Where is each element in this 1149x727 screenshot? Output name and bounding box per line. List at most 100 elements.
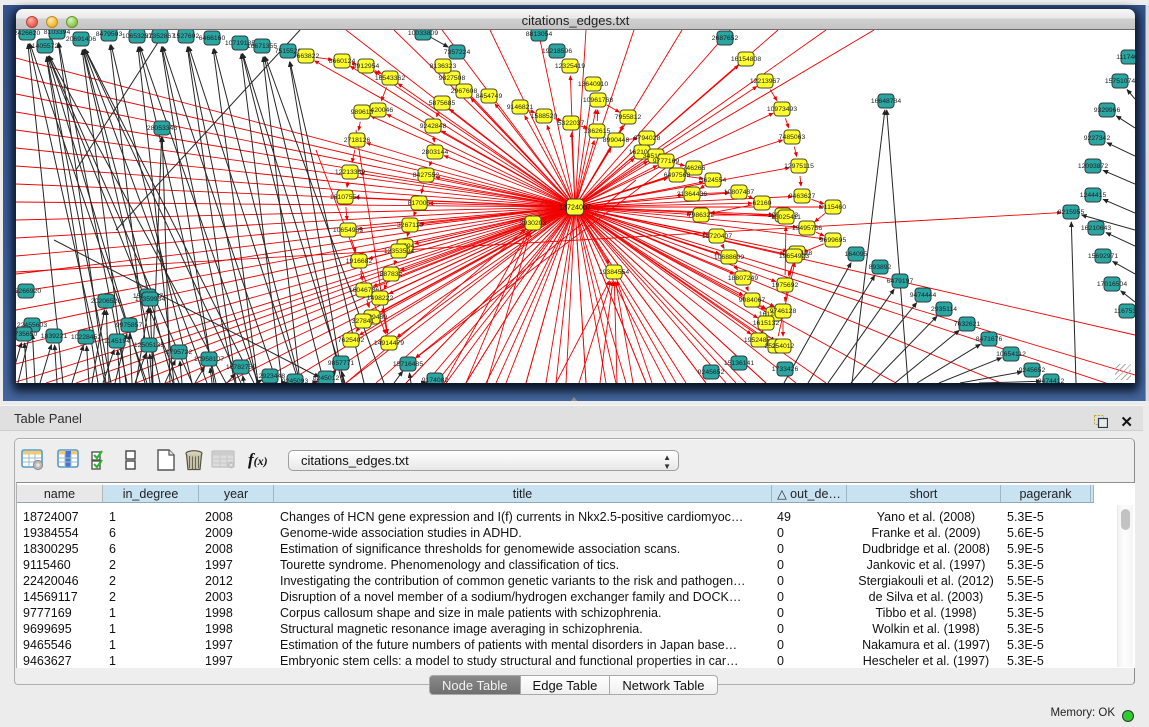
- svg-text:26266920: 26266920: [16, 288, 41, 295]
- svg-text:12353594: 12353594: [384, 248, 414, 255]
- svg-text:1145194: 1145194: [104, 338, 130, 345]
- svg-text:9084067: 9084067: [739, 297, 766, 304]
- svg-text:19218596: 19218596: [542, 48, 572, 55]
- svg-text:10688609: 10688609: [714, 254, 744, 261]
- svg-text:16671355: 16671355: [247, 43, 277, 50]
- svg-text:1615132: 1615132: [753, 320, 780, 327]
- svg-text:2718126: 2718126: [344, 137, 371, 144]
- svg-text:7632621: 7632621: [954, 321, 981, 328]
- svg-text:9777169: 9777169: [653, 158, 680, 165]
- svg-text:6479197: 6479197: [887, 278, 914, 285]
- svg-text:14914479: 14914479: [374, 340, 404, 347]
- svg-text:1498222: 1498222: [367, 295, 394, 302]
- svg-text:12505135: 12505135: [134, 342, 164, 349]
- svg-text:1527602: 1527602: [173, 33, 200, 40]
- svg-text:887832: 887832: [380, 271, 403, 278]
- svg-text:8479503: 8479503: [96, 31, 123, 38]
- svg-text:8136323: 8136323: [430, 63, 457, 70]
- svg-text:12093872: 12093872: [1078, 163, 1108, 170]
- svg-text:9327508: 9327508: [439, 75, 466, 82]
- svg-text:254012: 254012: [772, 343, 795, 350]
- svg-text:9146821: 9146821: [507, 104, 534, 111]
- svg-text:2935114: 2935114: [931, 306, 957, 313]
- svg-text:12213369: 12213369: [335, 169, 365, 176]
- svg-text:20206526: 20206526: [91, 298, 121, 305]
- svg-text:7485063: 7485063: [779, 134, 806, 141]
- svg-text:10958107: 10958107: [194, 356, 224, 363]
- svg-text:7986322: 7986322: [688, 212, 715, 219]
- svg-text:1167534: 1167534: [1114, 308, 1135, 315]
- svg-text:8427552: 8427552: [413, 172, 440, 179]
- svg-text:1588520: 1588520: [531, 113, 558, 120]
- svg-text:1405572: 1405572: [32, 43, 59, 50]
- svg-text:15720407: 15720407: [702, 233, 732, 240]
- svg-text:7625402: 7625402: [338, 337, 365, 344]
- svg-text:10228452: 10228452: [71, 334, 101, 341]
- svg-text:1839221: 1839221: [41, 333, 68, 340]
- svg-text:12975115: 12975115: [784, 163, 814, 170]
- svg-text:9329966: 9329966: [1094, 107, 1121, 114]
- svg-text:893892: 893892: [869, 264, 892, 271]
- svg-text:8245012: 8245012: [313, 375, 340, 382]
- svg-text:10033809: 10033809: [408, 30, 438, 37]
- svg-text:9463627: 9463627: [789, 193, 816, 200]
- svg-text:2803144: 2803144: [422, 149, 449, 156]
- svg-text:16543362: 16543362: [375, 75, 405, 82]
- svg-text:15716485: 15716485: [393, 361, 423, 368]
- svg-text:15692971: 15692971: [1088, 253, 1118, 260]
- svg-text:1795722: 1795722: [166, 349, 193, 356]
- svg-text:8660124: 8660124: [329, 58, 356, 65]
- svg-text:5875685: 5875685: [429, 100, 456, 107]
- svg-text:18724007: 18724007: [559, 203, 591, 212]
- svg-text:989613: 989613: [351, 109, 374, 116]
- svg-text:10654112: 10654112: [996, 351, 1026, 358]
- svg-text:18807249: 18807249: [728, 275, 758, 282]
- svg-text:10973493: 10973493: [767, 106, 797, 113]
- svg-text:10654983: 10654983: [333, 227, 363, 234]
- svg-text:9746128: 9746128: [770, 308, 797, 315]
- svg-text:9115460: 9115460: [820, 204, 846, 211]
- svg-text:1244415: 1244415: [1080, 192, 1107, 199]
- svg-text:17359934: 17359934: [135, 296, 165, 303]
- svg-text:21352867: 21352867: [145, 33, 175, 40]
- svg-text:8912954: 8912954: [353, 63, 380, 70]
- svg-text:19654923: 19654923: [779, 253, 809, 260]
- svg-text:9474412: 9474412: [1038, 378, 1065, 383]
- svg-text:9474444: 9474444: [910, 292, 937, 299]
- svg-text:2967608: 2967608: [451, 88, 478, 95]
- svg-text:19384554: 19384554: [599, 269, 629, 276]
- svg-text:21364436: 21364436: [677, 191, 707, 198]
- svg-text:9245093: 9245093: [282, 378, 309, 383]
- svg-text:8215955: 8215955: [1058, 209, 1085, 216]
- svg-text:7955812: 7955812: [615, 114, 642, 121]
- svg-text:19495756: 19495756: [792, 225, 822, 232]
- svg-text:12213967: 12213967: [750, 78, 780, 85]
- svg-text:7357224: 7357224: [444, 49, 471, 56]
- svg-text:7663822: 7663822: [293, 53, 320, 60]
- svg-text:10025411: 10025411: [771, 214, 801, 221]
- svg-text:1362615: 1362615: [584, 128, 611, 135]
- svg-text:9699695: 9699695: [820, 237, 847, 244]
- svg-text:1733426: 1733426: [772, 366, 799, 373]
- svg-text:2687652: 2687652: [712, 35, 739, 42]
- svg-text:8813054: 8813054: [526, 31, 553, 38]
- svg-text:28053346: 28053346: [147, 125, 177, 132]
- svg-text:16648784: 16648784: [871, 98, 901, 105]
- svg-text:15751074: 15751074: [1105, 78, 1135, 85]
- svg-text:12923448: 12923448: [255, 373, 285, 380]
- svg-text:16210643: 16210643: [1081, 225, 1111, 232]
- svg-text:9857771: 9857771: [328, 360, 355, 367]
- svg-text:9227342: 9227342: [1084, 135, 1111, 142]
- svg-text:15136141: 15136141: [724, 360, 754, 367]
- svg-text:8471676: 8471676: [976, 336, 1003, 343]
- svg-text:9245652: 9245652: [1019, 367, 1046, 374]
- svg-text:9174082: 9174082: [422, 377, 449, 383]
- svg-text:3624554: 3624554: [700, 177, 727, 184]
- svg-text:10807487: 10807487: [724, 189, 754, 196]
- svg-text:62160: 62160: [753, 200, 772, 207]
- svg-text:16107554: 16107554: [330, 194, 360, 201]
- svg-text:8454749: 8454749: [476, 93, 503, 100]
- svg-text:3267110: 3267110: [397, 222, 423, 229]
- svg-text:6466160: 6466160: [199, 35, 226, 42]
- svg-text:2426620: 2426620: [16, 30, 40, 37]
